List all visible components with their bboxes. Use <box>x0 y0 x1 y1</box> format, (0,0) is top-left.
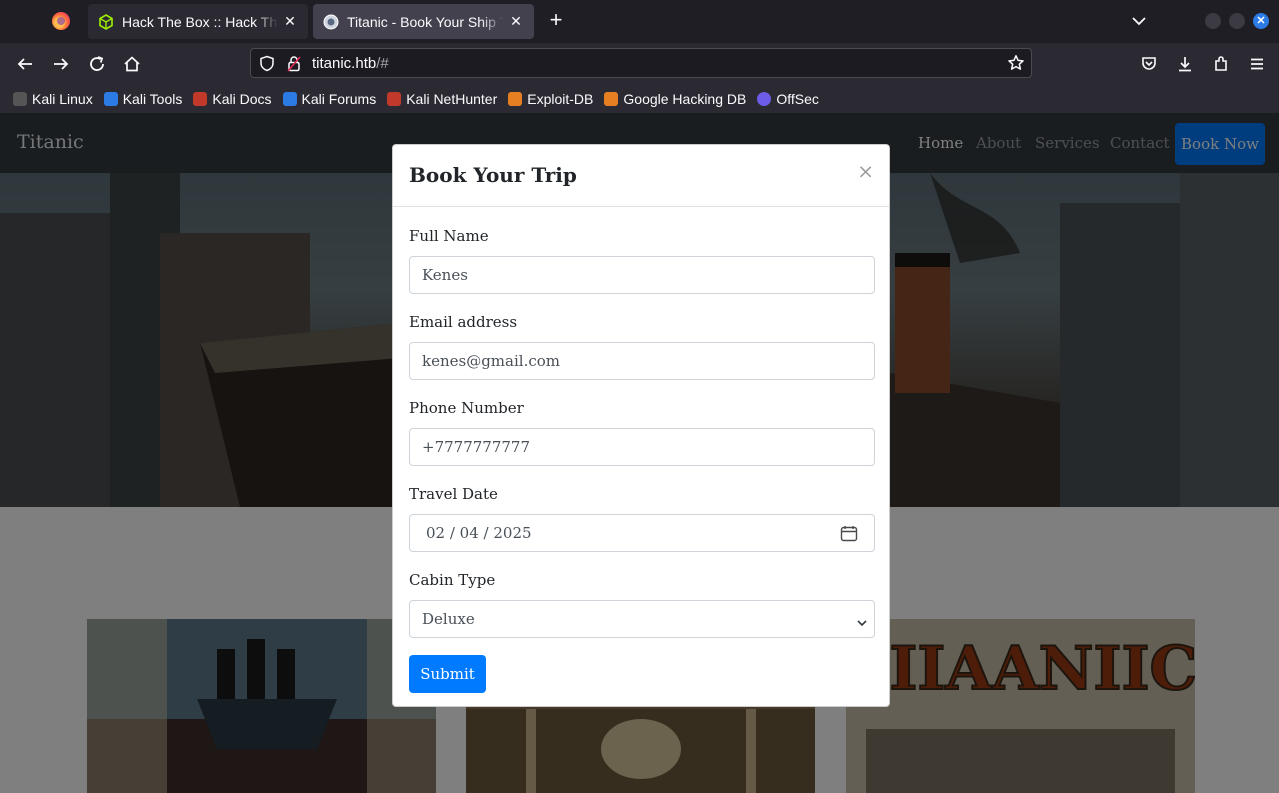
tab-title: Hack The Box :: Hack The Box <box>122 13 278 30</box>
cabin-type-value: Deluxe <box>422 610 475 628</box>
bookmark-label: Exploit-DB <box>527 90 594 107</box>
extensions-icon[interactable] <box>1210 53 1232 75</box>
ghdb-icon <box>604 91 619 106</box>
bookmark-star-icon[interactable] <box>1007 54 1025 77</box>
url-path: /# <box>376 55 389 72</box>
bookmark-kali-nethunter[interactable]: Kali NetHunter <box>387 91 497 107</box>
chevron-down-icon[interactable] <box>1130 12 1148 30</box>
reload-icon[interactable] <box>86 53 108 75</box>
travel-date-field[interactable]: 02 / 04 / 2025 <box>409 514 875 552</box>
bookmark-offsec[interactable]: OffSec <box>757 91 819 107</box>
bookmark-label: Google Hacking DB <box>623 90 747 107</box>
url-text[interactable]: titanic.htb/# <box>312 55 389 72</box>
close-icon[interactable]: × <box>857 161 874 181</box>
close-tab-icon[interactable]: ✕ <box>508 13 524 30</box>
modal-header: Book Your Trip × <box>393 145 889 207</box>
kali-docs-icon <box>193 91 208 106</box>
page-viewport: Titanic Home About Services Contact Book… <box>0 113 1279 793</box>
minimize-button[interactable] <box>1205 13 1221 29</box>
phone-label: Phone Number <box>409 399 524 417</box>
cabin-type-select[interactable]: Deluxe <box>409 600 875 638</box>
bookmark-label: Kali Linux <box>32 90 93 107</box>
calendar-icon[interactable] <box>840 525 858 546</box>
full-name-value: Kenes <box>422 266 468 284</box>
bookmark-google-hacking-db[interactable]: Google Hacking DB <box>604 91 746 107</box>
bookmark-label: Kali Tools <box>122 90 183 107</box>
bookmark-label: OffSec <box>776 90 819 107</box>
bookmark-kali-tools[interactable]: Kali Tools <box>103 90 183 107</box>
downloads-icon[interactable] <box>1174 53 1196 75</box>
tab-bar: Hack The Box :: Hack The Box ✕ Titanic -… <box>0 0 1279 43</box>
bookmark-label: Kali Docs <box>212 90 272 107</box>
close-window-button[interactable]: ✕ <box>1253 13 1269 29</box>
full-name-label: Full Name <box>409 227 489 245</box>
nethunter-icon <box>387 91 402 106</box>
tab-title: Titanic - Book Your Ship Trip <box>347 13 504 30</box>
modal-title: Book Your Trip <box>409 163 577 187</box>
kali-forums-icon <box>282 91 297 106</box>
email-field[interactable]: kenes@gmail.com <box>409 342 875 380</box>
bookmarks-bar: Kali Linux Kali Tools Kali Docs Kali For… <box>0 84 1279 113</box>
url-host: titanic.htb <box>312 55 377 72</box>
bookmark-label: Kali Forums <box>301 90 377 107</box>
booking-modal: Book Your Trip × Full Name Kenes Email a… <box>392 144 890 707</box>
tab-hackthebox[interactable]: Hack The Box :: Hack The Box ✕ <box>88 4 308 39</box>
phone-field[interactable]: +7777777777 <box>409 428 875 466</box>
chevron-down-icon <box>856 614 868 632</box>
bookmark-kali-docs[interactable]: Kali Docs <box>193 90 272 107</box>
email-label: Email address <box>409 313 518 331</box>
kali-dragon-icon <box>13 91 27 106</box>
offsec-icon <box>757 91 772 106</box>
travel-date-value: 02 / 04 / 2025 <box>426 524 532 542</box>
pocket-icon[interactable] <box>1138 53 1160 75</box>
cabin-type-label: Cabin Type <box>409 571 496 589</box>
bookmark-kali-forums[interactable]: Kali Forums <box>282 90 377 107</box>
hackthebox-cube-icon <box>98 13 114 30</box>
travel-date-label: Travel Date <box>409 485 498 503</box>
bookmark-kali-linux[interactable]: Kali Linux <box>13 91 93 107</box>
submit-button[interactable]: Submit <box>409 655 486 693</box>
tab-titanic[interactable]: Titanic - Book Your Ship Trip ✕ <box>313 4 534 39</box>
phone-value: +7777777777 <box>422 438 531 456</box>
kali-tools-icon <box>103 91 118 106</box>
bookmark-label: Kali NetHunter <box>406 90 498 107</box>
new-tab-button[interactable]: + <box>545 9 567 32</box>
exploit-db-icon <box>508 91 523 106</box>
full-name-field[interactable]: Kenes <box>409 256 875 294</box>
tracking-shield-icon[interactable] <box>259 55 275 77</box>
bookmark-exploit-db[interactable]: Exploit-DB <box>508 91 593 107</box>
url-bar[interactable]: titanic.htb/# <box>250 48 1032 78</box>
back-arrow-icon[interactable] <box>14 53 36 75</box>
firefox-logo-icon[interactable] <box>52 12 70 30</box>
titanic-favicon-icon <box>323 14 339 30</box>
insecure-lock-icon[interactable] <box>287 55 301 77</box>
maximize-button[interactable] <box>1229 13 1245 29</box>
close-tab-icon[interactable]: ✕ <box>282 13 298 30</box>
menu-icon[interactable] <box>1246 53 1268 75</box>
forward-arrow-icon[interactable] <box>50 53 72 75</box>
email-value: kenes@gmail.com <box>422 352 560 370</box>
home-icon[interactable] <box>121 53 143 75</box>
